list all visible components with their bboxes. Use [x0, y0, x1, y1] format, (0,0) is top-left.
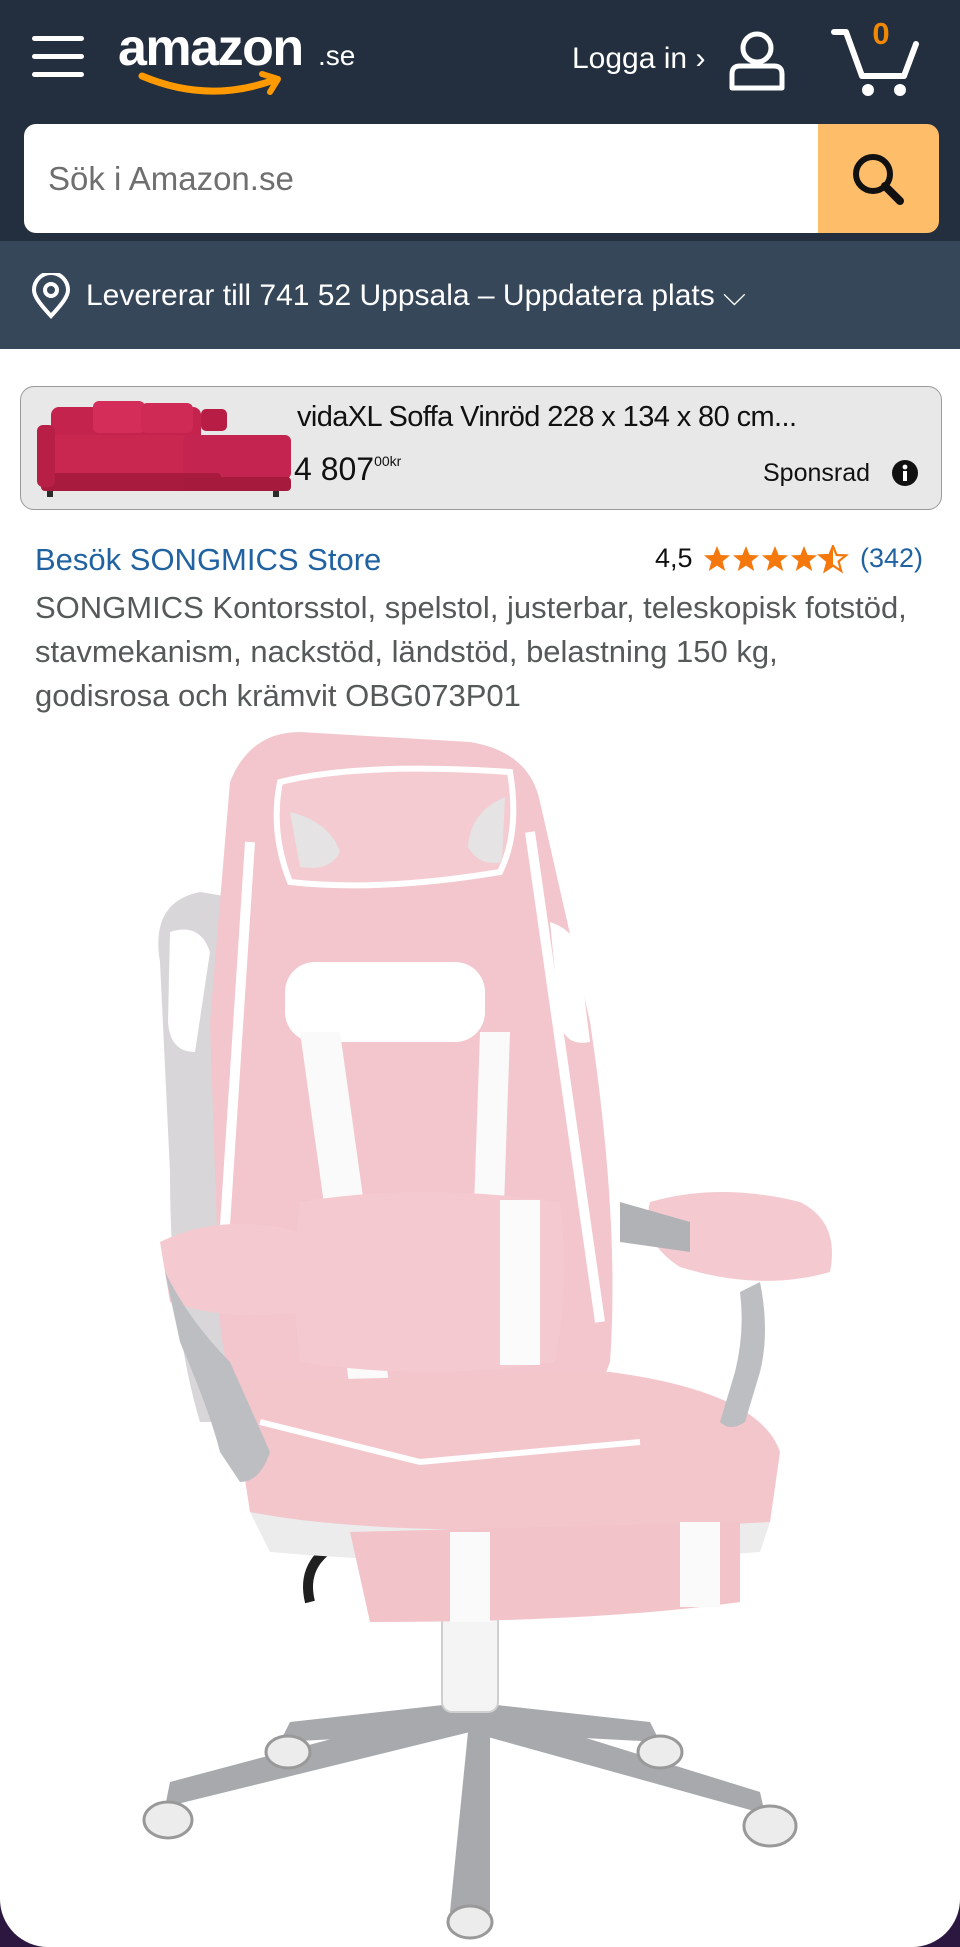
product-image[interactable] [0, 722, 960, 1947]
sofa-product-image [37, 401, 291, 497]
sponsored-product-ad[interactable]: vidaXL Soffa Vinröd 228 x 134 x 80 cm...… [20, 386, 942, 510]
logo-smile-icon [138, 71, 281, 95]
rating-value: 4,5 [655, 543, 693, 573]
signin-link[interactable]: Logga in › [572, 42, 705, 76]
cart-count-badge: 0 [872, 16, 890, 51]
product-title: SONGMICS Kontorsstol, spelstol, justerba… [35, 590, 907, 713]
ad-price-fraction: 00 [374, 453, 390, 469]
delivery-location-text: Levererar till 741 52 Uppsala – Uppdater… [86, 279, 746, 312]
page: amazon .se Logga in › 0 Sök i Amazon.se … [0, 0, 960, 1947]
store-link[interactable]: Besök SONGMICS Store [35, 542, 381, 578]
search-icon [853, 154, 904, 205]
logo-wordmark: amazon [118, 19, 304, 77]
ad-product-title: vidaXL Soffa Vinröd 228 x 134 x 80 cm... [297, 401, 797, 433]
ad-price: 4 80700kr [294, 451, 401, 488]
rating-count-link[interactable]: (342) [860, 543, 923, 574]
ad-price-currency: kr [389, 453, 402, 469]
info-icon[interactable] [891, 459, 919, 487]
location-pin-icon [31, 273, 71, 319]
delivery-location-bar[interactable]: Levererar till 741 52 Uppsala – Uppdater… [0, 241, 960, 349]
logo-tld: .se [318, 40, 356, 71]
hamburger-menu-icon[interactable] [32, 32, 84, 82]
sponsored-label: Sponsrad [763, 459, 871, 487]
ad-price-whole: 4 807 [294, 451, 375, 487]
star-rating-icon [704, 545, 848, 573]
top-nav-bar: amazon .se Logga in › 0 [0, 0, 960, 121]
search-input[interactable] [24, 124, 820, 233]
search-bar [0, 121, 960, 241]
user-account-icon[interactable] [726, 28, 788, 92]
search-button[interactable] [818, 124, 939, 233]
amazon-logo[interactable]: amazon .se [118, 18, 368, 98]
